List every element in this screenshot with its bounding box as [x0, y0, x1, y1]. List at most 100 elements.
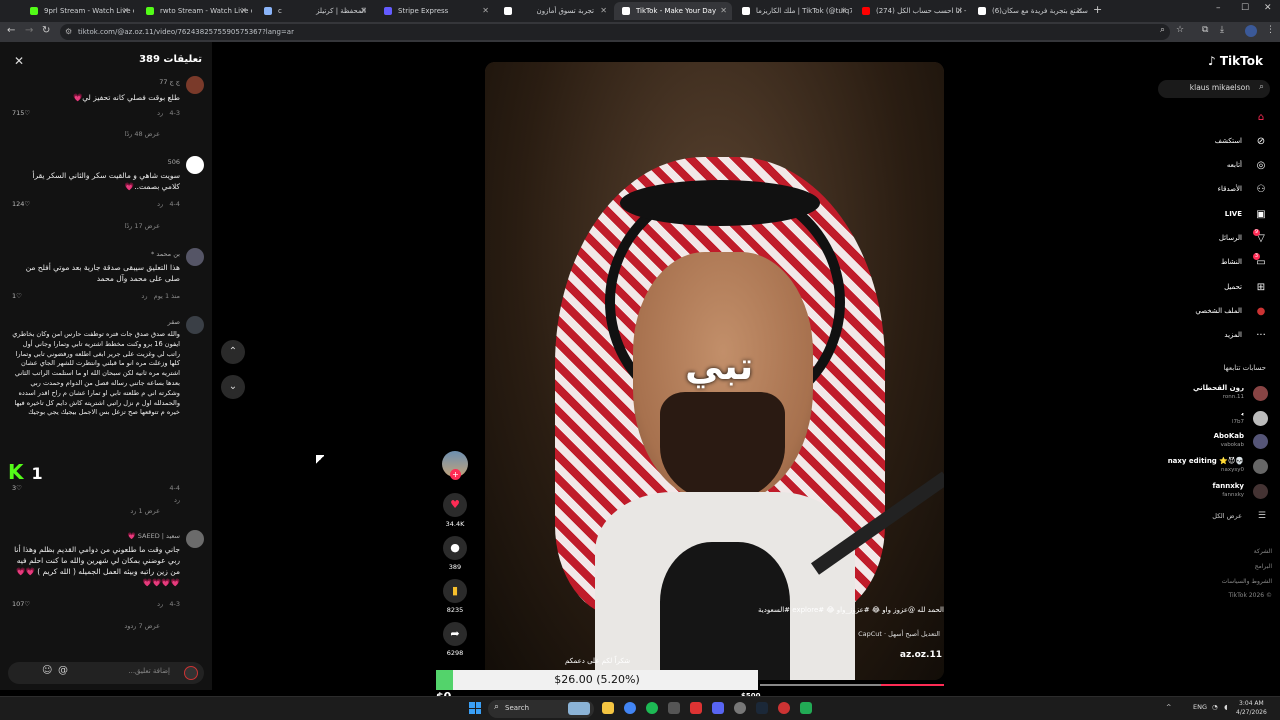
like-count[interactable]: 1♡	[12, 292, 22, 300]
close-icon[interactable]: ✕	[14, 54, 24, 68]
video-username[interactable]: az.oz.11	[900, 650, 942, 660]
avatar[interactable]	[186, 248, 204, 266]
file-explorer-icon[interactable]	[602, 702, 614, 714]
like-action[interactable]: ♥ 34.4K	[442, 493, 468, 528]
language-indicator[interactable]: ENG	[1193, 703, 1207, 711]
footer-link[interactable]: البرامج	[1255, 563, 1272, 570]
app-icon[interactable]	[800, 702, 812, 714]
close-tab-icon[interactable]: ✕	[720, 2, 727, 20]
close-tab-icon[interactable]: ✕	[840, 2, 847, 20]
minimize-icon[interactable]: –	[1216, 3, 1221, 13]
taskbar-search[interactable]: ⌕ Search	[488, 700, 594, 718]
url-field[interactable]: ⚙ tiktok.com/@az.oz.11/video/762438257559…	[60, 24, 1170, 40]
reply-link[interactable]: رد	[174, 496, 180, 504]
video-description[interactable]: الحمد لله @عزوز واو 😂 #عزوز_واو 😂 #explo…	[274, 606, 944, 614]
app-icon[interactable]	[668, 702, 680, 714]
zoom-icon[interactable]: ⌕	[1160, 25, 1165, 35]
close-tab-icon[interactable]: ✕	[600, 2, 607, 20]
extensions-icon[interactable]: ⧉	[1202, 25, 1208, 35]
capcut-label[interactable]: CapCut · التعديل أصبح أسهل	[858, 630, 940, 638]
taskbar-clock[interactable]: 3:04 AM 4/27/2026	[1236, 699, 1267, 717]
site-info-icon[interactable]: ⚙	[65, 24, 72, 40]
maximize-icon[interactable]: ☐	[1241, 3, 1249, 13]
close-tab-icon[interactable]: ✕	[240, 2, 247, 20]
previous-video-button[interactable]: ⌃	[221, 340, 245, 364]
nav-activity[interactable]: ▭ 3 النشاط	[1158, 253, 1268, 272]
avatar[interactable]	[186, 316, 204, 334]
close-tab-icon[interactable]: ✕	[122, 2, 129, 20]
comment-author[interactable]: ج ج 77	[159, 78, 180, 86]
tray-chevron-icon[interactable]: ^	[1166, 703, 1171, 711]
forward-icon[interactable]: →	[25, 25, 33, 36]
close-window-icon[interactable]: ✕	[1264, 3, 1272, 13]
next-video-button[interactable]: ⌄	[221, 375, 245, 399]
tab-kick-2[interactable]: rwto Stream - Watch Live on Ki✕	[138, 2, 252, 20]
comment-author[interactable]: صقر	[168, 318, 180, 326]
following-account[interactable]: naxy editing ⭐😈💀 naxysy0	[1128, 457, 1268, 477]
reply-link[interactable]: رد	[157, 109, 163, 117]
comment-icon[interactable]: ●	[443, 536, 467, 560]
settings-icon[interactable]	[734, 702, 746, 714]
search-input[interactable]: klaus mikaelson ⌕	[1158, 80, 1270, 98]
video-progress-bar[interactable]	[760, 684, 944, 686]
close-tab-icon[interactable]: ✕	[956, 2, 963, 20]
tab-tiktok-profile[interactable]: ملك الكاريزما | TikTok (@tuiq77)✕	[734, 2, 852, 20]
footer-link[interactable]: الشروط والسياسات	[1222, 578, 1272, 585]
bookmark-star-icon[interactable]: ☆	[1176, 25, 1184, 35]
tab-youtube[interactable]: (274) انا احسب حساب الكل - be...✕	[854, 2, 968, 20]
nav-home[interactable]: ⌂	[1158, 111, 1268, 127]
following-account[interactable]: رون القحطاني ronn.11	[1128, 384, 1268, 404]
tab-kick-1[interactable]: 9prl Stream - Watch Live on Ki✕	[22, 2, 134, 20]
acrobat-icon[interactable]	[690, 702, 702, 714]
comment-author[interactable]: بن محمد *	[151, 250, 180, 258]
download-icon[interactable]: ⤓	[1220, 25, 1224, 35]
like-count[interactable]: 124♡	[12, 200, 30, 208]
reply-link[interactable]: رد	[157, 600, 163, 608]
nav-following[interactable]: ◎ أتابعه	[1158, 159, 1268, 175]
nav-profile[interactable]: ● الملف الشخصي	[1158, 305, 1268, 321]
save-action[interactable]: ▮ 8235	[442, 579, 468, 614]
comment-author[interactable]: 506	[168, 158, 180, 166]
nav-explore[interactable]: ⊘ استكشف	[1158, 135, 1268, 151]
like-count[interactable]: 715♡	[12, 109, 30, 117]
chrome-icon[interactable]	[624, 702, 636, 714]
mention-icon[interactable]: @	[58, 665, 68, 676]
like-count[interactable]: 107♡	[12, 600, 30, 608]
discord-icon[interactable]	[712, 702, 724, 714]
new-tab-button[interactable]: +	[1093, 3, 1102, 16]
tiktok-logo[interactable]: ♪ TikTok	[1208, 54, 1263, 68]
video-player[interactable]: تبي CapCut · التعديل أصبح أسهل az.oz.11	[485, 62, 944, 680]
reply-link[interactable]: رد	[157, 200, 163, 208]
close-tab-icon[interactable]: ✕	[482, 2, 489, 20]
close-tab-icon[interactable]: ✕	[1076, 2, 1083, 20]
nav-more[interactable]: ··· المزيد	[1158, 329, 1268, 345]
tab-amazon[interactable]: تجربة تسوق أمازون ✕	[496, 2, 612, 20]
tab-wallet[interactable]: المحفظة | كرتيلز	[296, 2, 376, 20]
avatar[interactable]	[186, 530, 204, 548]
nav-live[interactable]: ▣ LIVE	[1158, 208, 1268, 224]
comment-input[interactable]: ☺ @ إضافة تعليق...	[8, 662, 204, 684]
following-account[interactable]: fannxky fannxky	[1128, 482, 1268, 502]
windows-start-icon[interactable]	[469, 702, 481, 714]
nav-upload[interactable]: ⊞ تحميل	[1158, 281, 1268, 297]
like-count[interactable]: 3♡	[12, 484, 22, 492]
reply-link[interactable]: رد	[141, 292, 147, 300]
creator-avatar[interactable]: +	[442, 451, 468, 480]
following-account[interactable]: AboKab vabokab	[1128, 432, 1268, 452]
comment-author[interactable]: سعيد | SAEED 💗	[128, 532, 180, 540]
avatar[interactable]	[186, 76, 204, 94]
nav-messages[interactable]: ▽ 9 الرسائل	[1158, 229, 1268, 248]
share-icon[interactable]: ➦	[443, 622, 467, 646]
view-replies-link[interactable]: عرض 7 ردود	[124, 622, 160, 630]
nav-friends[interactable]: ⚇ الأصدقاء	[1158, 183, 1268, 199]
comment-action[interactable]: ● 389	[442, 536, 468, 571]
follow-plus-icon[interactable]: +	[450, 469, 461, 480]
share-action[interactable]: ➦ 6298	[442, 622, 468, 657]
reload-icon[interactable]: ↻	[42, 25, 50, 36]
heart-icon[interactable]: ♥	[443, 493, 467, 517]
profile-avatar[interactable]	[1245, 25, 1257, 37]
search-icon[interactable]: ⌕	[1259, 82, 1264, 92]
avatar[interactable]	[186, 156, 204, 174]
view-replies-link[interactable]: عرض 48 ردًا	[124, 130, 160, 138]
view-replies-link[interactable]: عرض 1 رد	[130, 507, 160, 515]
